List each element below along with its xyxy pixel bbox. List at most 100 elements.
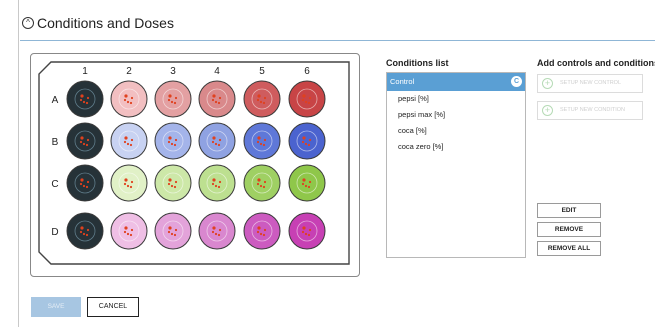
well-plate: 1 2 3 4 5 6 A B C D	[30, 53, 360, 277]
cell-mark	[218, 96, 222, 100]
cell-mark	[262, 101, 266, 105]
well[interactable]	[66, 122, 104, 160]
well[interactable]	[198, 80, 236, 118]
cell-mark	[173, 143, 177, 147]
conditions-list[interactable]: Control C pepsi [%] pepsi max [%] coca […	[386, 72, 526, 258]
cell-mark	[80, 136, 84, 140]
cell-mark	[85, 143, 89, 147]
well[interactable]	[66, 212, 104, 250]
cell-mark	[257, 178, 261, 182]
conditions-list-title: Conditions list	[386, 58, 449, 68]
cell-mark	[86, 180, 90, 184]
condition-item[interactable]: coca zero [%]	[387, 139, 525, 155]
cell-mark	[168, 226, 172, 230]
cell-mark	[304, 184, 308, 188]
cell-mark	[174, 180, 178, 184]
cell-mark	[86, 228, 90, 232]
well[interactable]	[110, 212, 148, 250]
cell-mark	[262, 143, 266, 147]
cell-mark	[126, 100, 130, 104]
plus-icon: +	[542, 105, 553, 116]
cell-mark	[307, 185, 311, 189]
remove-all-button[interactable]: REMOVE ALL	[537, 241, 601, 256]
cell-mark	[124, 136, 128, 140]
cell-mark	[167, 140, 171, 144]
cell-mark	[217, 233, 221, 237]
well[interactable]	[198, 164, 236, 202]
cell-mark	[214, 142, 218, 146]
cell-mark	[130, 96, 134, 100]
cell-mark	[257, 94, 261, 98]
cell-mark	[301, 230, 305, 234]
cell-mark	[167, 98, 171, 102]
condition-item[interactable]: coca [%]	[387, 123, 525, 139]
cell-mark	[170, 142, 174, 146]
well[interactable]	[154, 164, 192, 202]
cell-mark	[256, 230, 260, 234]
cell-mark	[129, 233, 133, 237]
well[interactable]	[110, 164, 148, 202]
condition-item-control[interactable]: Control C	[387, 73, 525, 91]
well-plate-graphic: 1 2 3 4 5 6 A B C D	[38, 61, 350, 265]
cell-mark	[82, 142, 86, 146]
cell-mark	[168, 178, 172, 182]
edit-button[interactable]: EDIT	[537, 203, 601, 218]
plus-icon: +	[542, 78, 553, 89]
cell-mark	[263, 96, 267, 100]
well[interactable]	[198, 212, 236, 250]
well[interactable]	[66, 164, 104, 202]
well[interactable]	[288, 80, 326, 118]
condition-item[interactable]: pepsi max [%]	[387, 107, 525, 123]
cell-mark	[218, 138, 222, 142]
cell-mark	[126, 142, 130, 146]
cell-mark	[301, 140, 305, 144]
cell-mark	[126, 184, 130, 188]
cancel-button[interactable]: CANCEL	[87, 297, 139, 317]
cell-mark	[174, 138, 178, 142]
cell-mark	[263, 228, 267, 232]
well[interactable]	[288, 122, 326, 160]
cell-mark	[170, 232, 174, 236]
cell-mark	[262, 233, 266, 237]
cell-mark	[212, 94, 216, 98]
cell-mark	[80, 94, 84, 98]
setup-new-control-button[interactable]: + SETUP NEW CONTROL	[537, 74, 643, 93]
cell-mark	[211, 98, 215, 102]
well[interactable]	[243, 122, 281, 160]
cell-mark	[259, 184, 263, 188]
well[interactable]	[110, 122, 148, 160]
cell-mark	[214, 184, 218, 188]
well[interactable]	[66, 80, 104, 118]
well[interactable]	[110, 80, 148, 118]
column-label: 6	[304, 66, 310, 77]
well[interactable]	[288, 164, 326, 202]
cell-mark	[82, 184, 86, 188]
well[interactable]	[243, 80, 281, 118]
remove-button[interactable]: REMOVE	[537, 222, 601, 237]
setup-new-condition-button[interactable]: + SETUP NEW CONDITION	[537, 101, 643, 120]
well[interactable]	[243, 212, 281, 250]
well[interactable]	[288, 212, 326, 250]
well[interactable]	[154, 80, 192, 118]
chevron-up-icon[interactable]: ^	[22, 17, 34, 29]
cell-mark	[302, 226, 306, 230]
cell-mark	[123, 140, 127, 144]
panel-header[interactable]: ^ Conditions and Doses	[20, 14, 655, 41]
cell-mark	[256, 182, 260, 186]
cell-mark	[82, 100, 86, 104]
cell-mark	[308, 138, 312, 142]
condition-item[interactable]: pepsi [%]	[387, 91, 525, 107]
well[interactable]	[243, 164, 281, 202]
cell-mark	[211, 230, 215, 234]
well[interactable]	[154, 212, 192, 250]
cell-mark	[211, 182, 215, 186]
cell-mark	[212, 136, 216, 140]
cell-mark	[124, 226, 128, 230]
well[interactable]	[154, 122, 192, 160]
cell-mark	[308, 228, 312, 232]
cell-mark	[256, 140, 260, 144]
save-button[interactable]: SAVE	[31, 297, 81, 317]
cell-mark	[217, 185, 221, 189]
cell-mark	[262, 185, 266, 189]
well[interactable]	[198, 122, 236, 160]
